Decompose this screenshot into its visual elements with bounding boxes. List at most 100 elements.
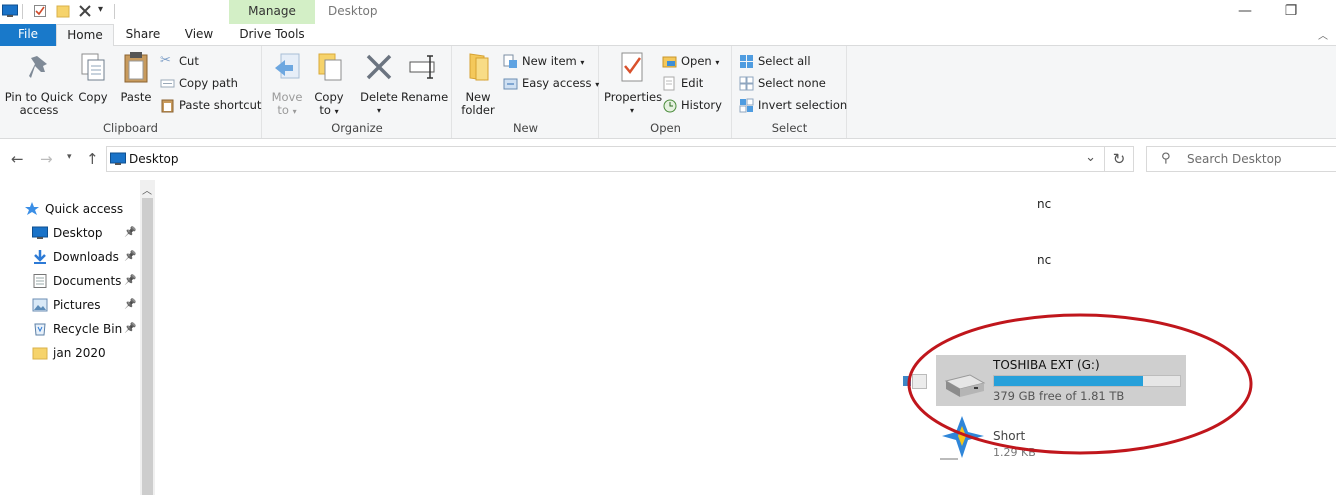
quick-access-label: Quick access bbox=[45, 202, 124, 216]
paste-icon bbox=[124, 52, 148, 83]
pin-label-line2: access bbox=[19, 103, 59, 117]
collapse-ribbon-icon[interactable]: ︿ bbox=[1318, 27, 1328, 42]
file-explorer-window: ▾ Manage Desktop — ❐ File Home Share Vie… bbox=[0, 0, 1336, 495]
select-group-label: Select bbox=[771, 121, 808, 135]
history-icon bbox=[663, 99, 677, 113]
copy-path-label: Copy path bbox=[179, 76, 238, 90]
nav-item-label: Pictures bbox=[53, 298, 101, 312]
copy-button[interactable]: Copy bbox=[76, 50, 110, 104]
refresh-button[interactable]: ↻ bbox=[1104, 146, 1134, 172]
invert-selection-label: Invert selection bbox=[758, 98, 848, 112]
move-to-icon bbox=[275, 53, 300, 79]
history-button[interactable]: History bbox=[662, 96, 722, 116]
item-checkbox[interactable] bbox=[912, 374, 927, 389]
pin-icon: 📌 bbox=[124, 323, 137, 334]
properties-button[interactable]: Properties ▾ bbox=[604, 50, 663, 117]
tab-share[interactable]: Share bbox=[117, 24, 169, 46]
search-icon: ⚲ bbox=[1161, 151, 1171, 166]
properties-quick-icon[interactable] bbox=[33, 4, 47, 18]
download-icon bbox=[34, 250, 46, 264]
document-icon bbox=[33, 274, 47, 288]
drive-usage-fill bbox=[994, 376, 1143, 386]
manage-contextual-tab: Manage bbox=[229, 0, 315, 24]
open-group-label: Open bbox=[650, 121, 681, 135]
pin-to-quick-access-button[interactable]: Pin to Quick access bbox=[4, 50, 74, 117]
copy-icon bbox=[81, 53, 105, 81]
invert-selection-button[interactable]: Invert selection bbox=[739, 96, 847, 116]
forward-arrow-icon[interactable]: → bbox=[40, 150, 53, 168]
recycle-bin-icon bbox=[34, 323, 46, 336]
copy-to-icon bbox=[318, 53, 342, 81]
desktop-icon bbox=[32, 226, 48, 239]
address-bar[interactable]: Desktop ⌄ bbox=[106, 146, 1104, 172]
copy-to-button[interactable]: Copy to ▾ bbox=[311, 50, 347, 118]
drive-tile[interactable]: TOSHIBA EXT (G:) 379 GB free of 1.81 TB bbox=[936, 355, 1186, 406]
nav-item-label: Recycle Bin bbox=[53, 322, 123, 336]
select-all-label: Select all bbox=[758, 54, 811, 68]
customize-quick-access-icon[interactable]: ▾ bbox=[98, 4, 103, 15]
maximize-button[interactable]: ❐ bbox=[1268, 0, 1314, 24]
pictures-icon bbox=[32, 298, 48, 312]
tab-drive-tools[interactable]: Drive Tools bbox=[229, 24, 315, 46]
up-arrow-icon[interactable]: ↑ bbox=[86, 150, 99, 168]
paste-shortcut-icon bbox=[161, 99, 174, 113]
copy-path-icon bbox=[160, 79, 175, 88]
select-none-label: Select none bbox=[758, 76, 826, 90]
desktop-icon bbox=[2, 4, 18, 17]
clipboard-group-label: Clipboard bbox=[103, 121, 158, 135]
scroll-up-arrow-icon[interactable]: ︿ bbox=[142, 182, 152, 197]
delete-x-icon bbox=[366, 54, 392, 80]
new-item-button[interactable]: New item ▾ bbox=[503, 52, 584, 72]
new-folder-quick-icon[interactable] bbox=[56, 4, 70, 18]
copy-path-button[interactable]: Copy path bbox=[160, 74, 238, 94]
ribbon-tabs: File Home Share View Drive Tools ︿ bbox=[0, 24, 1336, 47]
tab-file[interactable]: File bbox=[0, 24, 56, 46]
paste-button[interactable]: Paste bbox=[118, 50, 154, 104]
nav-item-label: Downloads bbox=[53, 250, 119, 264]
window-title: Desktop bbox=[328, 4, 378, 18]
scissors-icon: ✂ bbox=[160, 53, 171, 68]
select-all-button[interactable]: Select all bbox=[739, 52, 811, 72]
search-box[interactable]: ⚲ Search Desktop bbox=[1146, 146, 1336, 172]
address-history-chevron-icon[interactable]: ⌄ bbox=[1085, 150, 1096, 165]
pin-icon: 📌 bbox=[124, 299, 137, 310]
folder-icon bbox=[32, 347, 48, 360]
refresh-icon: ↻ bbox=[1112, 150, 1126, 168]
nav-pane-scroll-thumb[interactable] bbox=[142, 198, 153, 495]
ribbon: Pin to Quick access Copy Paste ✂ Cut Cop… bbox=[0, 46, 1336, 139]
cut-button[interactable]: ✂ Cut bbox=[160, 52, 199, 72]
open-button[interactable]: Open ▾ bbox=[662, 52, 719, 72]
back-arrow-icon[interactable]: ← bbox=[11, 150, 24, 168]
drive-usage-bar bbox=[993, 375, 1181, 387]
drive-free-space: 379 GB free of 1.81 TB bbox=[993, 389, 1125, 403]
open-label: Open bbox=[681, 54, 712, 68]
properties-label: Properties bbox=[604, 90, 663, 104]
delete-quick-icon[interactable] bbox=[78, 4, 92, 18]
move-to-label-line2: to bbox=[277, 103, 289, 117]
invert-selection-icon bbox=[739, 98, 754, 113]
paste-label: Paste bbox=[120, 90, 152, 104]
tab-view[interactable]: View bbox=[175, 24, 223, 46]
tab-home[interactable]: Home bbox=[56, 24, 114, 47]
nav-item-label: Desktop bbox=[53, 226, 103, 240]
select-none-button[interactable]: Select none bbox=[739, 74, 826, 94]
select-group: Select all Select none Invert selection … bbox=[733, 46, 847, 138]
drive-name: TOSHIBA EXT (G:) bbox=[993, 358, 1100, 372]
minimize-button[interactable]: — bbox=[1222, 0, 1268, 24]
copy-to-label-line2: to bbox=[319, 103, 331, 117]
move-to-button[interactable]: Move to ▾ bbox=[269, 50, 305, 118]
pin-icon: 📌 bbox=[124, 275, 137, 286]
delete-button[interactable]: Delete ▾ bbox=[359, 50, 399, 117]
recent-locations-chevron-icon[interactable]: ▾ bbox=[67, 152, 72, 162]
nav-item-label: jan 2020 bbox=[53, 346, 106, 360]
rename-button[interactable]: Rename bbox=[401, 50, 448, 104]
new-folder-button[interactable]: New folder bbox=[459, 50, 497, 117]
new-group-label: New bbox=[512, 121, 539, 135]
pin-icon: 📌 bbox=[124, 227, 137, 238]
paste-shortcut-button[interactable]: Paste shortcut bbox=[160, 96, 261, 116]
easy-access-button[interactable]: Easy access ▾ bbox=[503, 74, 599, 94]
hard-drive-icon bbox=[944, 374, 986, 397]
edit-button[interactable]: Edit bbox=[662, 74, 703, 94]
nav-item-label: Documents bbox=[53, 274, 122, 288]
search-placeholder: Search Desktop bbox=[1187, 152, 1282, 166]
